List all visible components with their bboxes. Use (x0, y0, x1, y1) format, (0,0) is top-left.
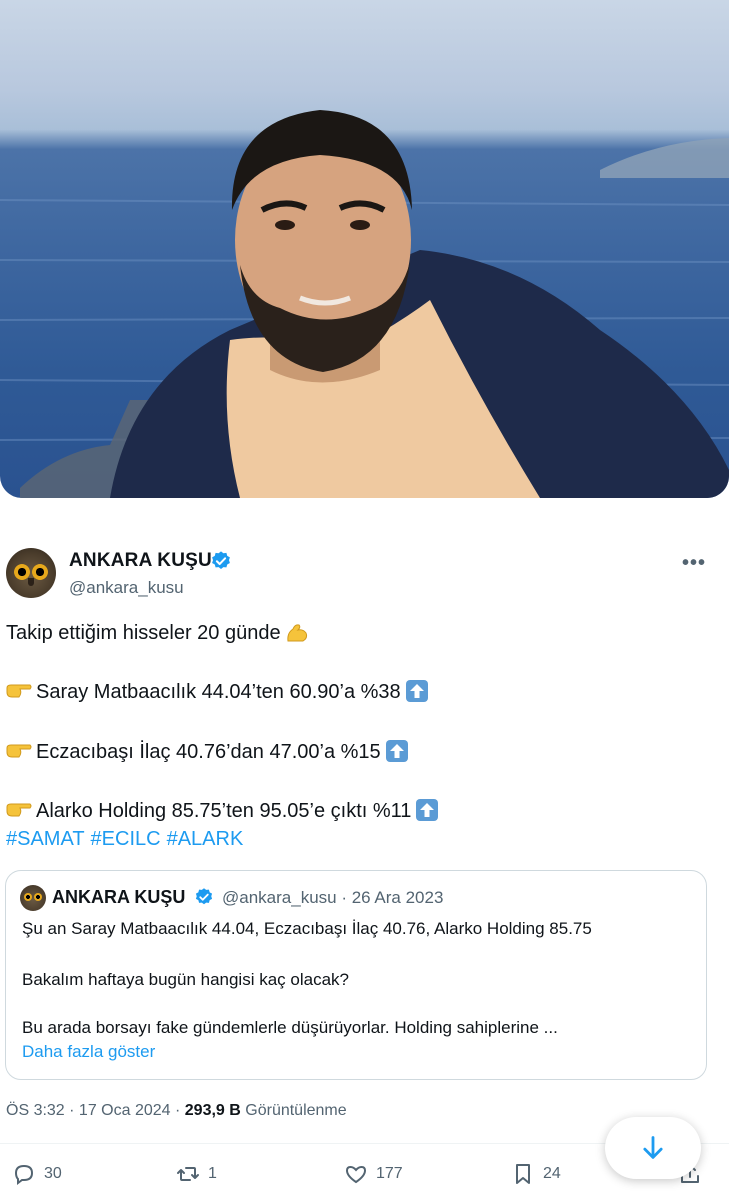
photo-illustration (0, 110, 729, 498)
tweet-timestamp[interactable]: ÖS 3:32 · 17 Oca 2024 · (6, 1102, 185, 1119)
tweet-line: Alarko Holding 85.75’ten 95.05’e çıktı %… (6, 798, 439, 823)
tweet-card (0, 512, 729, 1200)
hashtag-link[interactable]: #ECILC (91, 828, 161, 850)
up-arrow-icon (416, 799, 439, 821)
author-name[interactable]: ANKARA KUŞU (69, 550, 212, 572)
pointing-right-icon (6, 803, 32, 817)
more-options-icon[interactable]: ••• (682, 552, 706, 575)
retweet-icon (177, 1167, 199, 1181)
tweet-line: Takip ettiğim hisseler 20 günde (6, 621, 309, 645)
scroll-down-button[interactable] (605, 1117, 701, 1179)
hashtag-link[interactable]: #ALARK (167, 828, 244, 850)
pointing-right-icon (6, 684, 32, 698)
bookmark-icon (516, 1164, 530, 1184)
up-arrow-icon (385, 740, 408, 762)
retweet-count: 1 (208, 1165, 217, 1182)
reply-button[interactable]: 30 (12, 1160, 62, 1188)
verified-badge-icon (195, 888, 213, 905)
quote-author-name: ANKARA KUŞU (52, 887, 186, 907)
views-label: Görüntülenme (245, 1102, 347, 1119)
avatar[interactable] (6, 548, 56, 598)
show-more-link[interactable]: Daha fazla göster (22, 1042, 155, 1062)
quote-line: Bu arada borsayı fake gündemlerle düşürü… (22, 1018, 558, 1037)
tweet-meta: ÖS 3:32 · 17 Oca 2024 · 293,9 B Görüntül… (6, 1102, 347, 1120)
quote-meta: @ankara_kusu · 26 Ara 2023 (222, 888, 444, 907)
hashtag-link[interactable]: #SAMAT (6, 828, 85, 850)
bookmark-button[interactable]: 24 (511, 1160, 561, 1188)
heart-icon (345, 1165, 367, 1184)
like-count: 177 (376, 1165, 403, 1182)
quote-avatar (20, 885, 46, 911)
retweet-button[interactable]: 1 (176, 1160, 217, 1188)
quote-line: Şu an Saray Matbaacılık 44.04, Eczacıbaş… (22, 919, 592, 938)
view-count: 293,9 B (184, 1102, 241, 1119)
quote-line: Bakalım haftaya bugün hangisi kaç olacak… (22, 970, 349, 989)
author-handle[interactable]: @ankara_kusu (69, 578, 184, 598)
arrow-down-icon (643, 1136, 663, 1159)
up-arrow-icon (405, 680, 428, 702)
verified-badge-icon (212, 551, 230, 569)
quoted-tweet[interactable]: ANKARA KUŞU @ankara_kusu · 26 Ara 2023 Ş… (5, 870, 707, 1080)
hashtag-list: #SAMAT #ECILC #ALARK (6, 828, 249, 851)
like-button[interactable]: 177 (344, 1160, 403, 1188)
tweet-line: Eczacıbaşı İlaç 40.76’dan 47.00’a %15 (6, 739, 409, 764)
reply-count: 30 (44, 1165, 62, 1182)
flexed-biceps-icon (286, 624, 307, 642)
tweet-line: Saray Matbaacılık 44.04’ten 60.90’a %38 (6, 679, 429, 704)
reply-icon (14, 1164, 34, 1185)
bookmark-count: 24 (543, 1165, 561, 1182)
pointing-right-icon (6, 744, 32, 758)
profile-photo (0, 0, 729, 498)
